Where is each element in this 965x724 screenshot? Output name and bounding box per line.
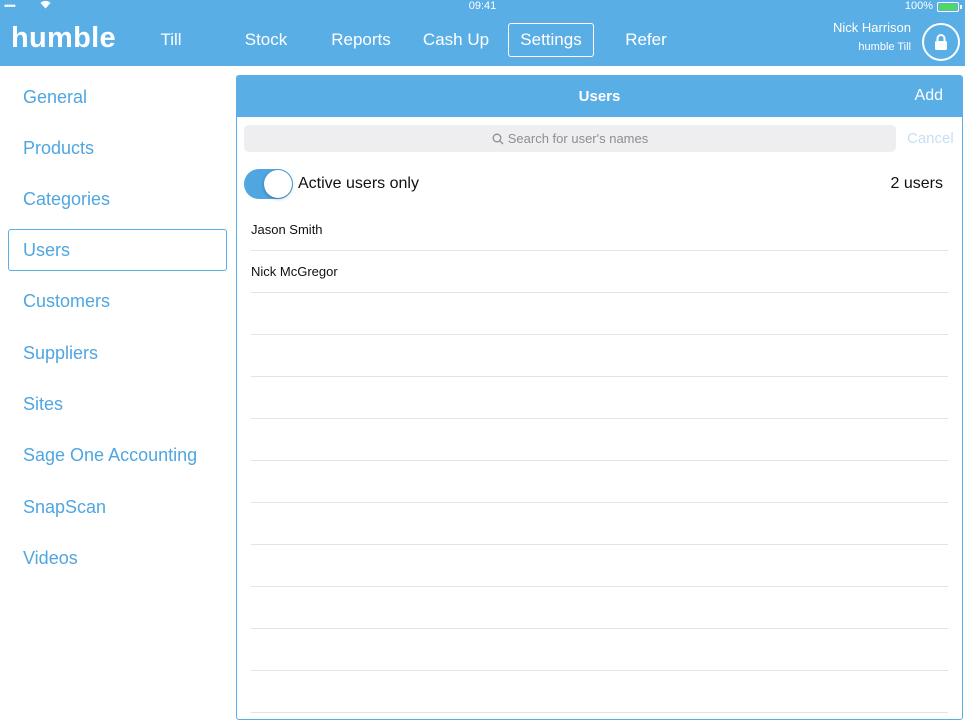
nav-refer[interactable]: Refer — [620, 23, 672, 57]
search-placeholder: Search for user's names — [507, 131, 649, 146]
nav-cash-up[interactable]: Cash Up — [420, 23, 492, 57]
empty-row — [251, 629, 948, 671]
lock-icon — [935, 34, 947, 50]
battery-tip — [960, 5, 962, 9]
empty-row — [251, 587, 948, 629]
empty-row — [251, 461, 948, 503]
panel-title: Users — [578, 88, 621, 105]
search-input[interactable]: Search for user's names — [244, 125, 896, 152]
nav-settings[interactable]: Settings — [508, 23, 594, 57]
empty-row — [251, 713, 948, 719]
nav-till[interactable]: Till — [150, 23, 192, 57]
empty-row — [251, 671, 948, 713]
sidebar-item-users[interactable]: Users — [8, 229, 227, 271]
sidebar-item-suppliers[interactable]: Suppliers — [8, 332, 227, 374]
sidebar-item-sites[interactable]: Sites — [8, 383, 227, 425]
user-name: Jason Smith — [251, 222, 323, 237]
table-row[interactable]: Nick McGregor — [251, 251, 948, 293]
users-list: Jason Smith Nick McGregor — [251, 209, 948, 719]
active-users-label: Active users only — [298, 175, 419, 192]
battery-icon — [937, 2, 959, 12]
empty-row — [251, 293, 948, 335]
user-name: Nick McGregor — [251, 264, 338, 279]
table-row[interactable]: Jason Smith — [251, 209, 948, 251]
battery-percent: 100% — [904, 0, 933, 12]
sidebar-item-snapscan[interactable]: SnapScan — [8, 486, 227, 528]
user-count: 2 users — [890, 175, 943, 192]
sidebar-item-sage-one-accounting[interactable]: Sage One Accounting — [8, 434, 227, 476]
empty-row — [251, 335, 948, 377]
add-user-button[interactable]: Add — [915, 87, 943, 105]
top-bar: ••••• 09:41 100% humble Till Stock Repor… — [0, 0, 965, 66]
search-icon — [492, 133, 504, 145]
current-device-name: humble Till — [858, 41, 911, 53]
nav-reports[interactable]: Reports — [327, 23, 395, 57]
cancel-button[interactable]: Cancel — [907, 130, 954, 147]
settings-sidebar: General Products Categories Users Custom… — [0, 66, 236, 724]
toggle-knob — [264, 170, 292, 198]
active-users-toggle[interactable] — [244, 169, 293, 199]
sidebar-item-videos[interactable]: Videos — [8, 537, 227, 579]
sidebar-item-general[interactable]: General — [8, 76, 227, 118]
sidebar-item-customers[interactable]: Customers — [8, 280, 227, 322]
users-panel: Users Add Search for user's names Cancel… — [236, 75, 963, 720]
empty-row — [251, 419, 948, 461]
empty-row — [251, 377, 948, 419]
empty-row — [251, 503, 948, 545]
nav-stock[interactable]: Stock — [240, 23, 292, 57]
lock-button[interactable] — [922, 23, 960, 61]
panel-header: Users Add — [237, 76, 962, 117]
app-logo[interactable]: humble — [11, 22, 116, 55]
status-bar: ••••• 09:41 100% — [0, 0, 965, 14]
status-time: 09:41 — [468, 0, 497, 12]
current-user-name: Nick Harrison — [832, 20, 911, 35]
sidebar-item-products[interactable]: Products — [8, 127, 227, 169]
sidebar-item-categories[interactable]: Categories — [8, 178, 227, 220]
empty-row — [251, 545, 948, 587]
